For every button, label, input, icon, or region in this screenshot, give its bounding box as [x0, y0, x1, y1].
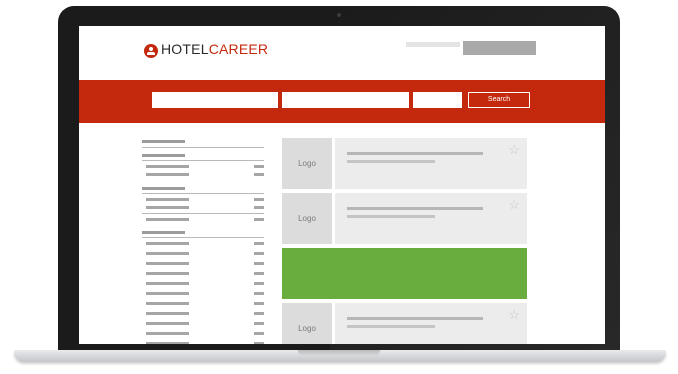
company-logo-placeholder: Logo	[282, 303, 332, 344]
filter-count	[254, 322, 264, 325]
filter-option[interactable]	[146, 332, 189, 335]
filter-option[interactable]	[146, 206, 189, 209]
filter-count	[254, 312, 264, 315]
filter-count	[254, 218, 264, 221]
filter-divider	[142, 160, 264, 161]
logo-text-career: CAREER	[208, 41, 269, 57]
star-outline-icon[interactable]: ☆	[508, 143, 520, 156]
filter-heading	[142, 187, 185, 190]
radius-input[interactable]	[413, 92, 462, 108]
filter-count	[254, 302, 264, 305]
laptop-opening-notch	[298, 350, 380, 356]
filter-heading	[142, 231, 185, 234]
filter-count	[254, 242, 264, 245]
job-subtitle-placeholder	[347, 215, 435, 218]
filter-option[interactable]	[146, 218, 189, 221]
job-subtitle-placeholder	[347, 160, 435, 163]
website-screen: HOTELCAREER Search Logo ☆ Logo ☆ Logo ☆	[79, 26, 605, 344]
hotelcareer-logo-icon[interactable]	[144, 44, 158, 58]
filter-option[interactable]	[146, 272, 189, 275]
location-input[interactable]	[282, 92, 409, 108]
filter-heading	[142, 154, 185, 157]
job-result-card[interactable]: Logo ☆	[282, 138, 527, 189]
filter-count	[254, 272, 264, 275]
job-title-placeholder	[347, 207, 483, 210]
header-link-placeholder[interactable]	[406, 42, 460, 47]
filter-divider	[142, 147, 264, 148]
job-result-card[interactable]: Logo ☆	[282, 303, 527, 344]
filter-count	[254, 262, 264, 265]
job-subtitle-placeholder	[347, 325, 435, 328]
filter-option[interactable]	[146, 342, 189, 344]
filter-option[interactable]	[146, 312, 189, 315]
filter-option[interactable]	[146, 165, 189, 168]
filter-count	[254, 206, 264, 209]
filter-option[interactable]	[146, 242, 189, 245]
job-result-card[interactable]: Logo ☆	[282, 193, 527, 244]
filter-count	[254, 173, 264, 176]
filter-count	[254, 332, 264, 335]
site-logo[interactable]: HOTELCAREER	[161, 41, 268, 57]
search-button[interactable]: Search	[468, 92, 530, 108]
filter-count	[254, 198, 264, 201]
company-logo-placeholder: Logo	[282, 193, 332, 244]
filter-option[interactable]	[146, 173, 189, 176]
filter-option[interactable]	[146, 322, 189, 325]
filter-option[interactable]	[146, 262, 189, 265]
filter-heading	[142, 140, 185, 143]
filter-option[interactable]	[146, 198, 189, 201]
filter-divider	[142, 213, 264, 214]
filter-count	[254, 292, 264, 295]
job-title-placeholder	[347, 152, 483, 155]
filter-count	[254, 282, 264, 285]
job-details[interactable]: ☆	[335, 138, 527, 189]
filter-option[interactable]	[146, 252, 189, 255]
star-outline-icon[interactable]: ☆	[508, 198, 520, 211]
job-title-placeholder	[347, 317, 483, 320]
webcam	[337, 13, 341, 17]
featured-ad-banner[interactable]	[282, 248, 527, 299]
search-bar: Search	[79, 80, 605, 123]
filter-count	[254, 342, 264, 344]
keyword-input[interactable]	[152, 92, 278, 108]
job-details[interactable]: ☆	[335, 193, 527, 244]
star-outline-icon[interactable]: ☆	[508, 308, 520, 321]
filter-divider	[142, 193, 264, 194]
filter-divider	[142, 237, 264, 238]
filter-option[interactable]	[146, 292, 189, 295]
filter-option[interactable]	[146, 302, 189, 305]
job-details[interactable]: ☆	[335, 303, 527, 344]
filter-option[interactable]	[146, 282, 189, 285]
header-button-placeholder[interactable]	[463, 41, 536, 55]
company-logo-placeholder: Logo	[282, 138, 332, 189]
filter-count	[254, 165, 264, 168]
filter-count	[254, 252, 264, 255]
logo-text-hotel: HOTEL	[161, 41, 209, 57]
